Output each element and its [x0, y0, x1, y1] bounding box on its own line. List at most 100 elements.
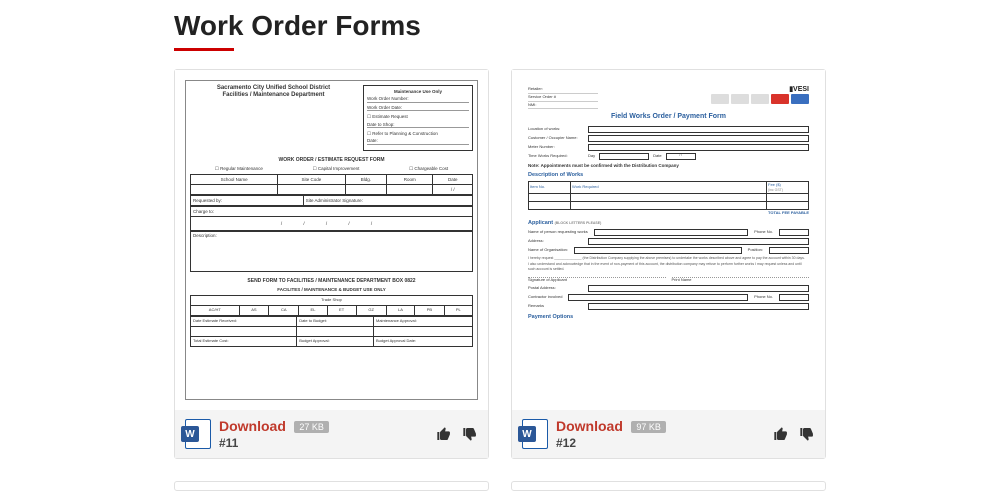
template-card-peek[interactable] — [174, 481, 489, 491]
doc1-code: PB — [415, 305, 445, 315]
doc2-postal: Postal Address: — [528, 286, 588, 291]
download-link[interactable]: Download — [556, 418, 623, 434]
logo-icon — [731, 94, 749, 104]
doc2-title: Field Works Order / Payment Form — [528, 113, 809, 121]
doc2-disclaimer: I also understand and acknowledge that i… — [528, 262, 809, 271]
doc1-th3: Bldg. — [345, 175, 387, 185]
template-number: #12 — [556, 436, 765, 450]
doc1-code: GZ — [356, 305, 386, 315]
doc2-loc: Location of works: — [528, 127, 588, 132]
doc2-org: Name of Organisation: — [528, 248, 568, 253]
doc1-org: Sacramento City Unified School District — [190, 85, 357, 92]
doc1-code: LA — [386, 305, 414, 315]
logo-icon — [791, 94, 809, 104]
thumbs-up-icon[interactable] — [436, 426, 452, 442]
logo-icon — [711, 94, 729, 104]
doc1-est: Date Estimate Received: — [191, 316, 297, 326]
doc1-fac: FACILITES / MAINTENANCE & BUDGET USE ONL… — [190, 287, 473, 292]
doc1-form-title: WORK ORDER / ESTIMATE REQUEST FORM — [190, 157, 473, 163]
doc1-admin: Site Administrator Signature: — [303, 196, 472, 206]
doc1-total: Total Estimate Cost: — [191, 336, 297, 346]
doc1-date-cell: / / — [433, 185, 473, 195]
doc2-th: Fee ($) — [768, 182, 781, 187]
doc2-total: TOTAL FEE PAYABLE — [528, 211, 809, 216]
doc2-phone: Phone No. — [754, 230, 773, 235]
doc2-cust: Customer / Occupier Name: — [528, 136, 588, 141]
doc2-time: Time Works Required: — [528, 154, 588, 159]
template-thumbnail[interactable]: Sacramento City Unified School District … — [175, 70, 488, 410]
doc2-nmi: NMI: — [528, 102, 598, 110]
cards-row: Sacramento City Unified School District … — [174, 69, 826, 459]
doc2-app-note: (BLOCK LETTERS PLEASE) — [555, 221, 602, 225]
doc1-code: EL — [299, 305, 327, 315]
file-size-badge: 97 KB — [631, 421, 666, 433]
thumbs-up-icon[interactable] — [773, 426, 789, 442]
doc1-code: AS — [239, 305, 269, 315]
doc1-maint: Maintenance Approval: — [374, 316, 473, 326]
template-card: Retailer: Service Order # NMI: ▮VESI — [511, 69, 826, 459]
doc1-th5: Date — [433, 175, 473, 185]
doc2-sec-desc: Description of Works — [528, 172, 809, 179]
word-icon — [185, 419, 211, 449]
doc1-send: SEND FORM TO FACILITIES / MAINTENANCE DE… — [190, 278, 473, 284]
doc1-box-title: Maintenance Use Only — [367, 89, 469, 94]
logo-icon — [751, 94, 769, 104]
download-link[interactable]: Download — [219, 418, 286, 434]
doc2-day: Day — [588, 154, 595, 159]
doc1-charge: Charge to: — [191, 207, 473, 217]
doc2-contractor: Contractor involved — [528, 295, 562, 300]
page-title: Work Order Forms — [174, 10, 826, 42]
thumbs-down-icon[interactable] — [799, 426, 815, 442]
file-size-badge: 27 KB — [294, 421, 329, 433]
doc1-desc: Description: — [191, 232, 473, 272]
doc1-box-r4b: Date: — [367, 138, 469, 144]
doc2-note: Note: Appointments must be confirmed wit… — [528, 163, 679, 168]
doc1-code: CA — [269, 305, 299, 315]
logo-icon — [771, 94, 789, 104]
doc1-bdate: Budget Approval Date: — [374, 336, 473, 346]
doc1-code: ET — [327, 305, 356, 315]
doc2-meter: Meter Number: — [528, 145, 588, 150]
doc1-th1: School Name — [191, 175, 278, 185]
doc1-th2: Site Code — [278, 175, 345, 185]
thumbs-down-icon[interactable] — [462, 426, 478, 442]
card-footer: Download 97 KB #12 — [512, 410, 825, 458]
doc1-reqby: Requested by: — [191, 196, 304, 206]
doc1-check1: Regular Maintenance — [215, 166, 263, 171]
doc1-bappr: Budget Approval: — [297, 336, 374, 346]
doc2-print: Print Name — [672, 277, 810, 283]
doc1-code: AC/HT — [191, 305, 240, 315]
next-cards-row — [174, 481, 826, 491]
doc2-date: Date — [653, 154, 661, 159]
doc2-sig: Signature of Applicant — [528, 277, 666, 283]
doc2-so: Service Order # — [528, 94, 598, 102]
doc1-dept: Facilities / Maintenance Department — [190, 92, 357, 99]
doc1-box-r2: Work Order Date: — [367, 105, 469, 111]
doc1-box-r1: Work Order Number: — [367, 96, 469, 102]
doc2-phone2: Phone No. — [754, 295, 773, 300]
doc2-retailer: Retailer: — [528, 86, 598, 94]
doc1-box-r3b: Date to Shop: — [367, 122, 469, 128]
doc1-code: PL — [444, 305, 472, 315]
doc2-appname: Name of person requesting works — [528, 230, 588, 235]
doc1-budget: Date to Budget: — [297, 316, 374, 326]
doc2-sec-app: Applicant — [528, 220, 553, 226]
doc2-th: Work Required — [571, 181, 767, 194]
template-number: #11 — [219, 436, 428, 450]
doc1-box-r3: ☐ Estimate Request — [367, 114, 469, 119]
doc2-remarks: Remarks — [528, 304, 588, 309]
doc1-check2: Capital Improvement — [313, 166, 360, 171]
doc1-trade: Trade Shop — [191, 295, 473, 305]
title-underline — [174, 48, 234, 51]
doc2-pos: Position: — [748, 248, 763, 253]
doc1-th4: Room — [387, 175, 433, 185]
word-icon — [522, 419, 548, 449]
template-thumbnail[interactable]: Retailer: Service Order # NMI: ▮VESI — [512, 70, 825, 410]
doc2-addr: Address: — [528, 239, 588, 244]
template-card: Sacramento City Unified School District … — [174, 69, 489, 459]
doc2-vesi-logo: ▮VESI — [602, 86, 809, 94]
doc2-th: Item No. — [529, 181, 571, 194]
doc1-box-r4: ☐ Refer to Planning & Construction — [367, 131, 469, 136]
card-footer: Download 27 KB #11 — [175, 410, 488, 458]
template-card-peek[interactable] — [511, 481, 826, 491]
